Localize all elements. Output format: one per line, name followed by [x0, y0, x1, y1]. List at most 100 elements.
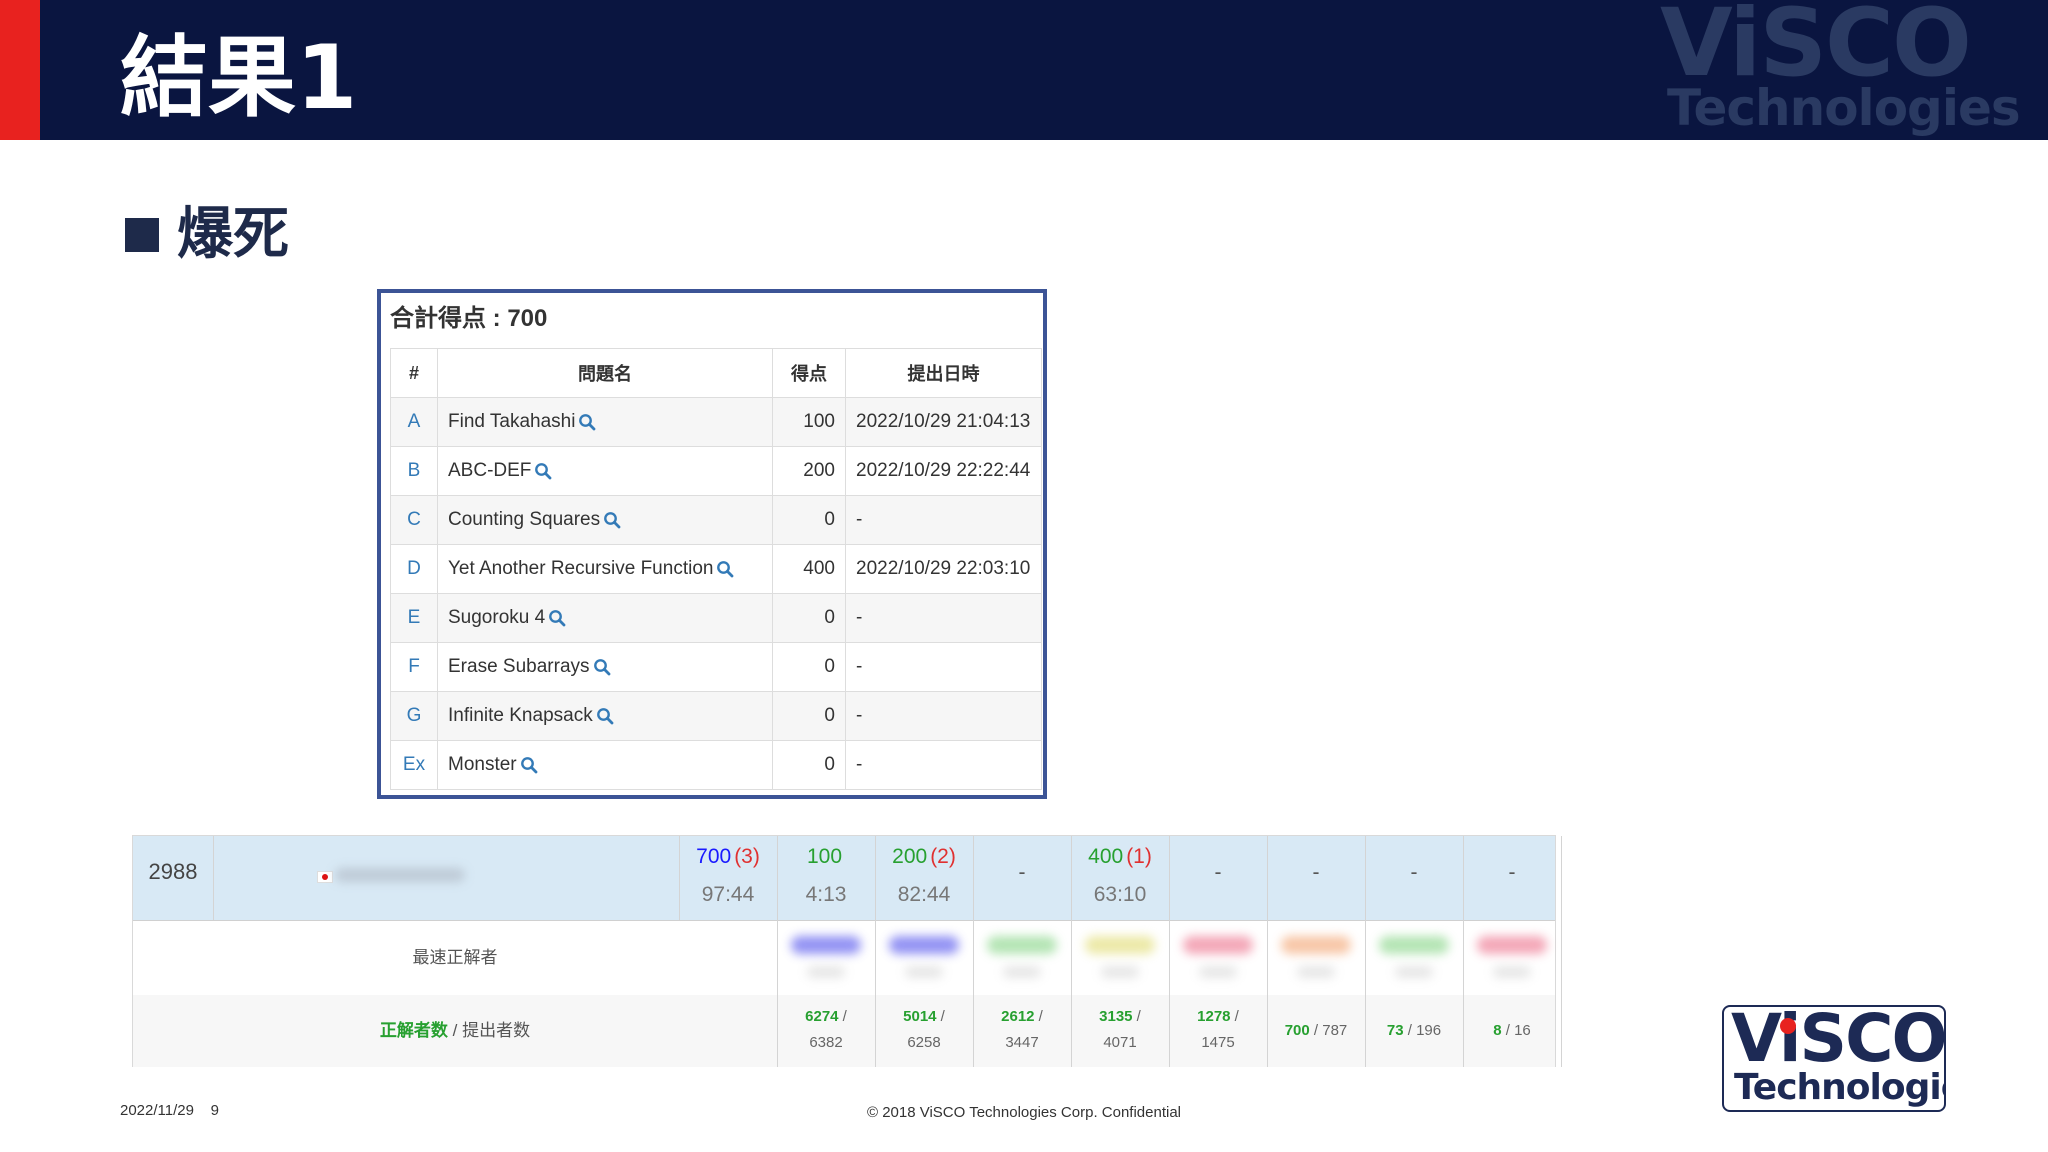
table-row: B ABC-DEF 200 2022/10/29 22:22:44: [390, 446, 1042, 496]
problem-name[interactable]: Monster: [448, 754, 517, 775]
watermark-line2: Technologies: [1667, 79, 2021, 137]
blurred-fastest-solver: [791, 936, 861, 954]
problem-name-cell: ABC-DEF: [437, 446, 773, 496]
col-header-time: 提出日時: [845, 348, 1042, 398]
no-result: -: [1410, 861, 1418, 884]
problem-result-cell: -: [1463, 836, 1561, 920]
problem-score-value: 400: [1088, 845, 1124, 868]
blurred-fastest-time: [807, 966, 845, 978]
problem-name-cell: Yet Another Recursive Function: [437, 544, 773, 594]
problem-name[interactable]: Yet Another Recursive Function: [448, 558, 713, 579]
problem-name-cell: Find Takahashi: [437, 397, 773, 447]
search-icon[interactable]: [575, 411, 596, 432]
blurred-fastest-time: [1395, 966, 1433, 978]
problem-id[interactable]: E: [390, 593, 438, 643]
fastest-label: 最速正解者: [412, 948, 498, 967]
sub-count: 4071: [1103, 1034, 1137, 1051]
sub-count: 1475: [1201, 1034, 1235, 1051]
section-title: 爆死: [177, 202, 289, 267]
slide-header: 結果1 ViSCO Technologies: [0, 0, 2048, 140]
blurred-fastest-time: [1493, 966, 1531, 978]
search-icon[interactable]: [600, 509, 621, 530]
stats-label: 正解者数 / 提出者数: [133, 995, 777, 1067]
search-icon[interactable]: [713, 558, 734, 579]
blurred-fastest-time: [905, 966, 943, 978]
problem-score: 0: [772, 495, 846, 545]
problem-name[interactable]: Infinite Knapsack: [448, 705, 593, 726]
problem-name[interactable]: Sugoroku 4: [448, 607, 545, 628]
blurred-fastest-solver: [1085, 936, 1155, 954]
problem-id[interactable]: A: [390, 397, 438, 447]
ac-stat-cell: 700 / 787: [1284, 1022, 1348, 1039]
blurred-fastest-solver: [1379, 936, 1449, 954]
problem-id[interactable]: C: [390, 495, 438, 545]
problem-id[interactable]: F: [390, 642, 438, 692]
problem-name-cell: Monster: [437, 740, 773, 790]
problem-name-cell: Erase Subarrays: [437, 642, 773, 692]
ac-stat-cell: 8 / 16: [1493, 1022, 1531, 1039]
ac-stat-cell: 5014 /6258: [875, 995, 973, 1067]
problem-id[interactable]: Ex: [390, 740, 438, 790]
submit-time: 2022/10/29 21:04:13: [845, 397, 1042, 447]
problem-score: 0: [772, 740, 846, 790]
search-icon[interactable]: [517, 754, 538, 775]
problem-score: 0: [772, 593, 846, 643]
sub-count: 787: [1322, 1022, 1348, 1039]
blurred-fastest-time: [1297, 966, 1335, 978]
submit-time: -: [845, 495, 1042, 545]
jp-flag-icon: [317, 871, 333, 883]
problem-name-cell: Sugoroku 4: [437, 593, 773, 643]
ac-stat-cell: 3135 /4071: [1071, 995, 1169, 1067]
sub-count: 196: [1416, 1022, 1442, 1039]
sub-count: 16: [1514, 1022, 1531, 1039]
total-score-value: 700: [696, 845, 732, 868]
user-cell: [213, 836, 653, 920]
logo-line2: Technologies: [1734, 1067, 1944, 1108]
problem-id[interactable]: D: [390, 544, 438, 594]
ac-count: 5014: [903, 1008, 937, 1025]
standings-table: 2988 700 (3) 97:44 100 4:13 200 (2) 82:44-400…: [132, 835, 1562, 1067]
problem-result-cell: -: [973, 836, 1071, 920]
sub-count: 6258: [907, 1034, 941, 1051]
table-row: A Find Takahashi 100 2022/10/29 21:04:13: [390, 397, 1042, 447]
search-icon[interactable]: [590, 656, 611, 677]
table-row: G Infinite Knapsack 0-: [390, 691, 1042, 741]
submit-time: 2022/10/29 22:03:10: [845, 544, 1042, 594]
submit-time: -: [845, 691, 1042, 741]
problem-name[interactable]: Counting Squares: [448, 509, 600, 530]
no-result: -: [1214, 861, 1222, 884]
problem-time: 4:13: [805, 883, 847, 906]
problem-name[interactable]: Find Takahashi: [448, 411, 575, 432]
slide-title: 結果1: [120, 26, 358, 129]
submit-time: -: [845, 642, 1042, 692]
ac-label: 正解者数: [379, 1021, 448, 1040]
blurred-fastest-solver: [987, 936, 1057, 954]
search-icon[interactable]: [531, 460, 552, 481]
problem-score: 400: [772, 544, 846, 594]
problem-score-value: 200: [892, 845, 928, 868]
problem-id[interactable]: B: [390, 446, 438, 496]
no-result: -: [1018, 861, 1026, 884]
total-score-cell: 700 (3) 97:44: [679, 836, 777, 920]
problem-result-cell: -: [1169, 836, 1267, 920]
problem-score-value: 100: [806, 845, 843, 868]
bullet-square-icon: [125, 218, 159, 252]
ac-count: 1278: [1197, 1008, 1231, 1025]
problem-result-cell: -: [1365, 836, 1463, 920]
ac-count: 6274: [805, 1008, 839, 1025]
search-icon[interactable]: [593, 705, 614, 726]
table-row: Ex Monster 0-: [390, 740, 1042, 790]
search-icon[interactable]: [545, 607, 566, 628]
col-header-problem: 問題名: [437, 348, 773, 398]
problem-name[interactable]: Erase Subarrays: [448, 656, 590, 677]
problem-result-cell: -: [1267, 836, 1365, 920]
ac-count: 8: [1493, 1022, 1502, 1039]
ac-count: 73: [1386, 1022, 1404, 1039]
problem-name-cell: Counting Squares: [437, 495, 773, 545]
blurred-username: [335, 868, 465, 882]
problem-name[interactable]: ABC-DEF: [448, 460, 531, 481]
logo-line1: ViSCO: [1731, 1005, 1946, 1077]
problem-id[interactable]: G: [390, 691, 438, 741]
ac-stat-cell: 6274 /6382: [777, 995, 875, 1067]
problem-time: 82:44: [897, 883, 951, 906]
